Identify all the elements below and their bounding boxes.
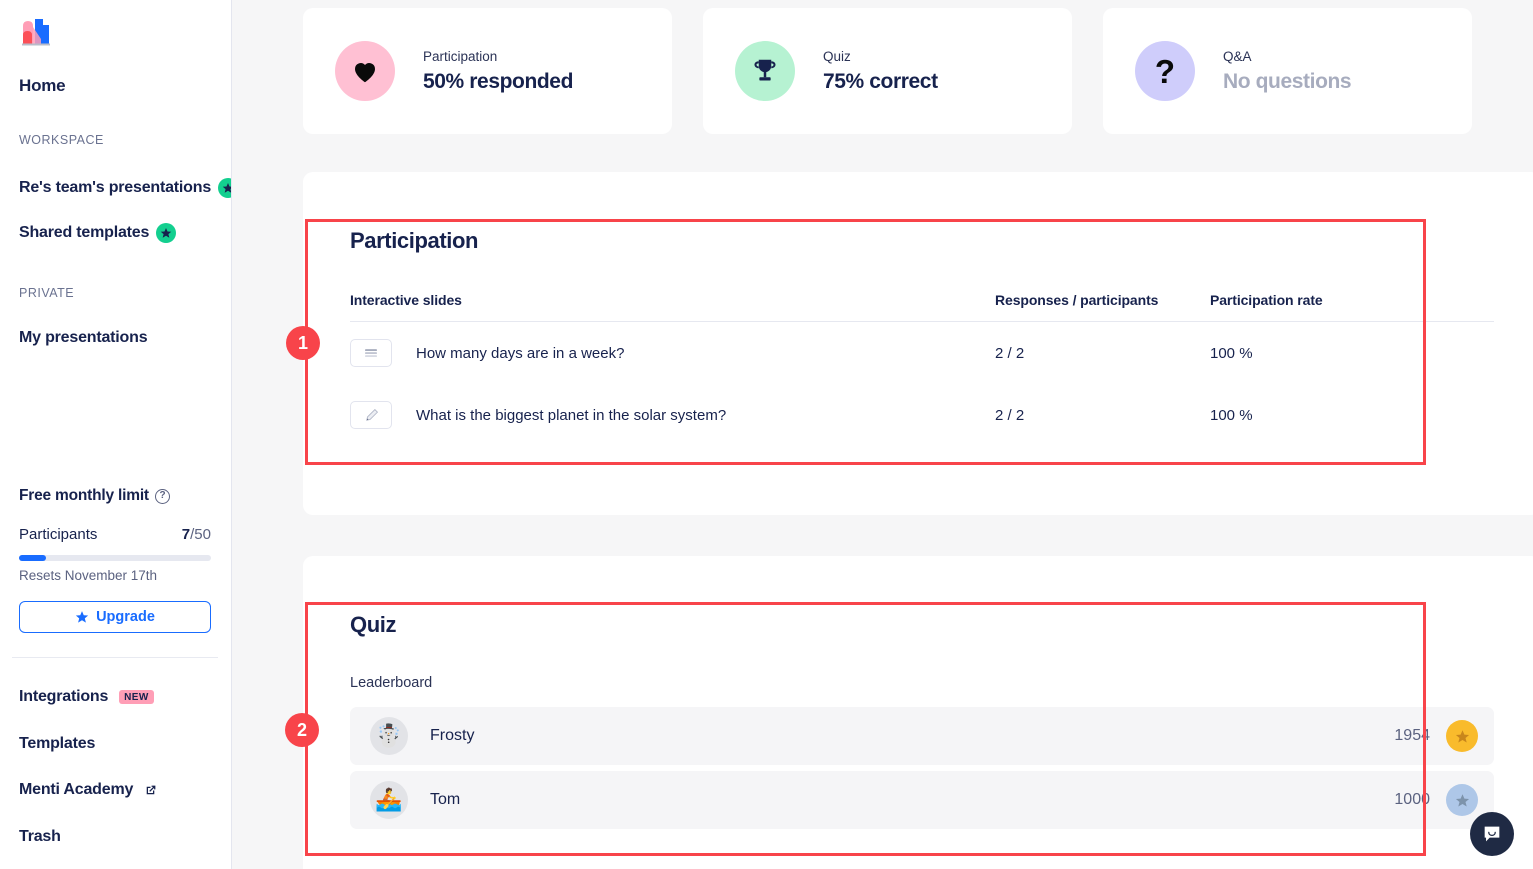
annotation-marker-1: 1 [286,326,320,360]
stat-value: No questions [1223,69,1352,93]
question-mark-icon[interactable]: ? [154,488,170,504]
rate-value: 100 % [1210,406,1253,424]
sidebar-item-home[interactable]: Home [19,76,66,96]
stat-card-qanda[interactable]: ? Q&A No questions [1103,8,1472,134]
question-mark-icon: ? [1135,41,1195,101]
sidebar-item-label: Home [19,76,66,95]
sidebar-item-my-presentations[interactable]: My presentations [19,329,148,347]
participants-usage: Participants 7/50 [19,526,211,543]
free-monthly-limit-heading: Free monthly limit ? [19,487,170,505]
sidebar-section-workspace: WORKSPACE [19,133,104,147]
ranking-bars-icon [350,339,392,367]
responses-value: 2 / 2 [995,344,1025,362]
player-score: 1954 [1394,727,1430,744]
annotation-marker-2: 2 [285,713,319,747]
silver-medal-icon [1446,784,1478,816]
main-content: Participation 50% responded Quiz 75% cor… [232,0,1533,869]
gold-medal-icon [1446,720,1478,752]
stat-label: Q&A [1223,48,1252,64]
trophy-icon [735,41,795,101]
participants-label: Participants [19,526,98,543]
external-link-icon [146,785,156,794]
sidebar-section-private: PRIVATE [19,286,74,300]
player-score: 1000 [1394,791,1430,808]
stat-value: 75% correct [823,69,938,93]
column-header-responses: Responses / participants [995,292,1159,308]
pencil-icon [350,401,392,429]
sidebar-item-label: My presentations [19,329,148,346]
sidebar-divider [12,657,218,658]
sidebar-item-label: Templates [19,735,96,752]
upgrade-button-label: Upgrade [96,609,155,625]
participation-title: Participation [350,228,479,253]
limit-title-text: Free monthly limit [19,487,149,504]
rowboat-avatar: 🚣 [370,781,408,819]
participants-progress-fill [19,555,46,561]
participation-table: Interactive slides Responses / participa… [350,292,1494,446]
participants-progress-bar [19,555,211,561]
sidebar-item-label: Menti Academy [19,781,134,798]
limit-reset-text: Resets November 17th [19,568,158,583]
table-row[interactable]: How many days are in a week? 2 / 2 100 % [350,322,1494,385]
star-icon [156,223,177,243]
participants-used: 7 [181,526,191,543]
stat-card-quiz[interactable]: Quiz 75% correct [703,8,1072,134]
rate-value: 100 % [1210,344,1253,362]
sidebar-item-menti-academy[interactable]: Menti Academy [19,781,157,799]
slide-title: How many days are in a week? [416,344,625,362]
column-header-rate: Participation rate [1210,292,1323,308]
stat-value: 50% responded [423,69,574,93]
sidebar: Home WORKSPACE Re's team's presentations… [0,0,232,869]
sidebar-item-label: Trash [19,828,61,845]
column-header-slides: Interactive slides [350,292,462,308]
stat-card-participation[interactable]: Participation 50% responded [303,8,672,134]
leaderboard-label: Leaderboard [350,675,433,691]
participants-count: 7/50 [182,526,211,543]
list-item[interactable]: ☃️ Frosty 1954 [350,707,1494,765]
sidebar-item-label: Re's team's presentations [19,179,212,196]
support-chat-button[interactable] [1470,812,1514,856]
sidebar-item-integrations[interactable]: Integrations NEW [19,688,154,706]
upgrade-button[interactable]: Upgrade [19,601,211,633]
section-label-text: PRIVATE [19,286,75,300]
player-name: Frosty [430,727,475,744]
sidebar-item-trash[interactable]: Trash [19,828,61,846]
responses-value: 2 / 2 [995,406,1025,424]
sidebar-item-templates[interactable]: Templates [19,735,95,753]
table-row[interactable]: What is the biggest planet in the solar … [350,384,1494,446]
section-label-text: WORKSPACE [19,133,104,147]
snowman-avatar: ☃️ [370,717,408,755]
sidebar-item-shared-templates[interactable]: Shared templates [19,223,177,243]
chat-bubble-icon [1484,826,1500,842]
participation-panel: Participation Interactive slides Respons… [303,172,1533,515]
slide-title: What is the biggest planet in the solar … [416,406,727,424]
stat-label: Quiz [823,48,851,64]
star-icon [218,178,231,198]
table-header-row: Interactive slides Responses / participa… [350,292,1494,322]
list-item[interactable]: 🚣 Tom 1000 [350,771,1494,829]
quiz-leaderboard: ☃️ Frosty 1954 🚣 Tom 1000 [350,707,1494,835]
player-name: Tom [430,791,461,808]
sidebar-item-team-presentations[interactable]: Re's team's presentations [19,178,231,198]
mentimeter-logo[interactable] [19,13,53,47]
sidebar-item-label: Integrations [19,688,109,705]
heart-icon [335,41,395,101]
sidebar-item-label: Shared templates [19,224,150,241]
quiz-title: Quiz [350,612,397,637]
star-icon [75,611,89,623]
participants-total: /50 [190,526,211,543]
quiz-panel: Quiz Leaderboard ☃️ Frosty 1954 🚣 Tom 10… [303,556,1533,869]
stat-label: Participation [423,48,498,64]
app-root: Home WORKSPACE Re's team's presentations… [0,0,1533,869]
new-badge: NEW [119,690,154,704]
